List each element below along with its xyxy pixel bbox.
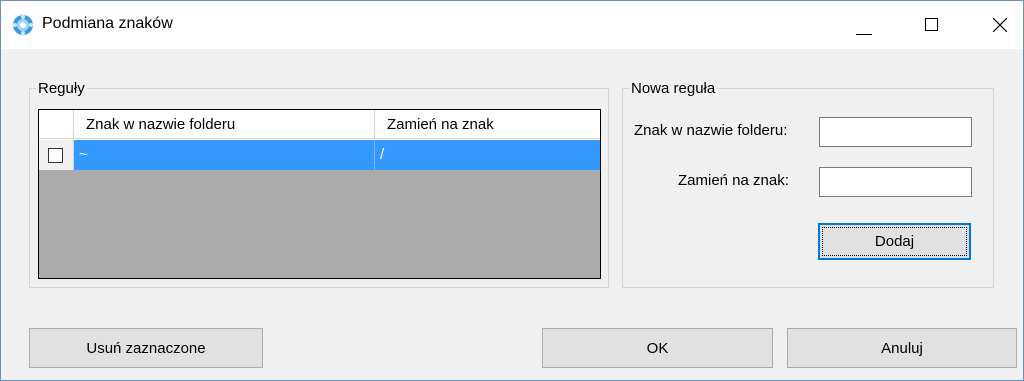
cancel-button[interactable]: Anuluj bbox=[787, 328, 1017, 368]
replace-label: Zamień na znak: bbox=[678, 172, 789, 189]
app-icon bbox=[13, 15, 33, 35]
window-title: Podmiana znaków bbox=[42, 15, 173, 32]
row-char-cell[interactable]: ~ bbox=[74, 140, 375, 170]
ok-button[interactable]: OK bbox=[542, 328, 773, 368]
grid-header: Znak w nazwie folderu Zamień na znak bbox=[39, 110, 600, 140]
new-rule-group-label: Nowa reguła bbox=[631, 80, 716, 97]
table-row[interactable]: ~ / bbox=[39, 140, 600, 170]
replace-input[interactable] bbox=[819, 167, 972, 197]
add-button-label: Dodaj bbox=[874, 233, 915, 250]
char-label: Znak w nazwie folderu: bbox=[634, 122, 788, 139]
rules-group-label: Reguły bbox=[38, 80, 85, 97]
header-replace-column[interactable]: Zamień na znak bbox=[375, 110, 600, 139]
add-button[interactable]: Dodaj bbox=[818, 223, 971, 260]
header-checkbox-column bbox=[39, 110, 74, 139]
char-input[interactable] bbox=[819, 117, 972, 147]
minimize-button[interactable] bbox=[841, 1, 887, 49]
close-button[interactable] bbox=[977, 1, 1023, 49]
close-icon bbox=[993, 18, 1007, 32]
remove-selected-button[interactable]: Usuń zaznaczone bbox=[29, 328, 263, 368]
row-replace-cell[interactable]: / bbox=[375, 140, 600, 170]
header-char-column[interactable]: Znak w nazwie folderu bbox=[74, 110, 375, 139]
row-checkbox-cell[interactable] bbox=[39, 140, 74, 170]
row-checkbox[interactable] bbox=[48, 148, 63, 163]
maximize-button[interactable] bbox=[909, 1, 955, 49]
title-bar: Podmiana znaków bbox=[1, 1, 1023, 49]
dialog-window: Podmiana znaków Reguły Znak w nazwie fol… bbox=[0, 0, 1024, 381]
rules-grid[interactable]: Znak w nazwie folderu Zamień na znak ~ / bbox=[38, 109, 601, 279]
